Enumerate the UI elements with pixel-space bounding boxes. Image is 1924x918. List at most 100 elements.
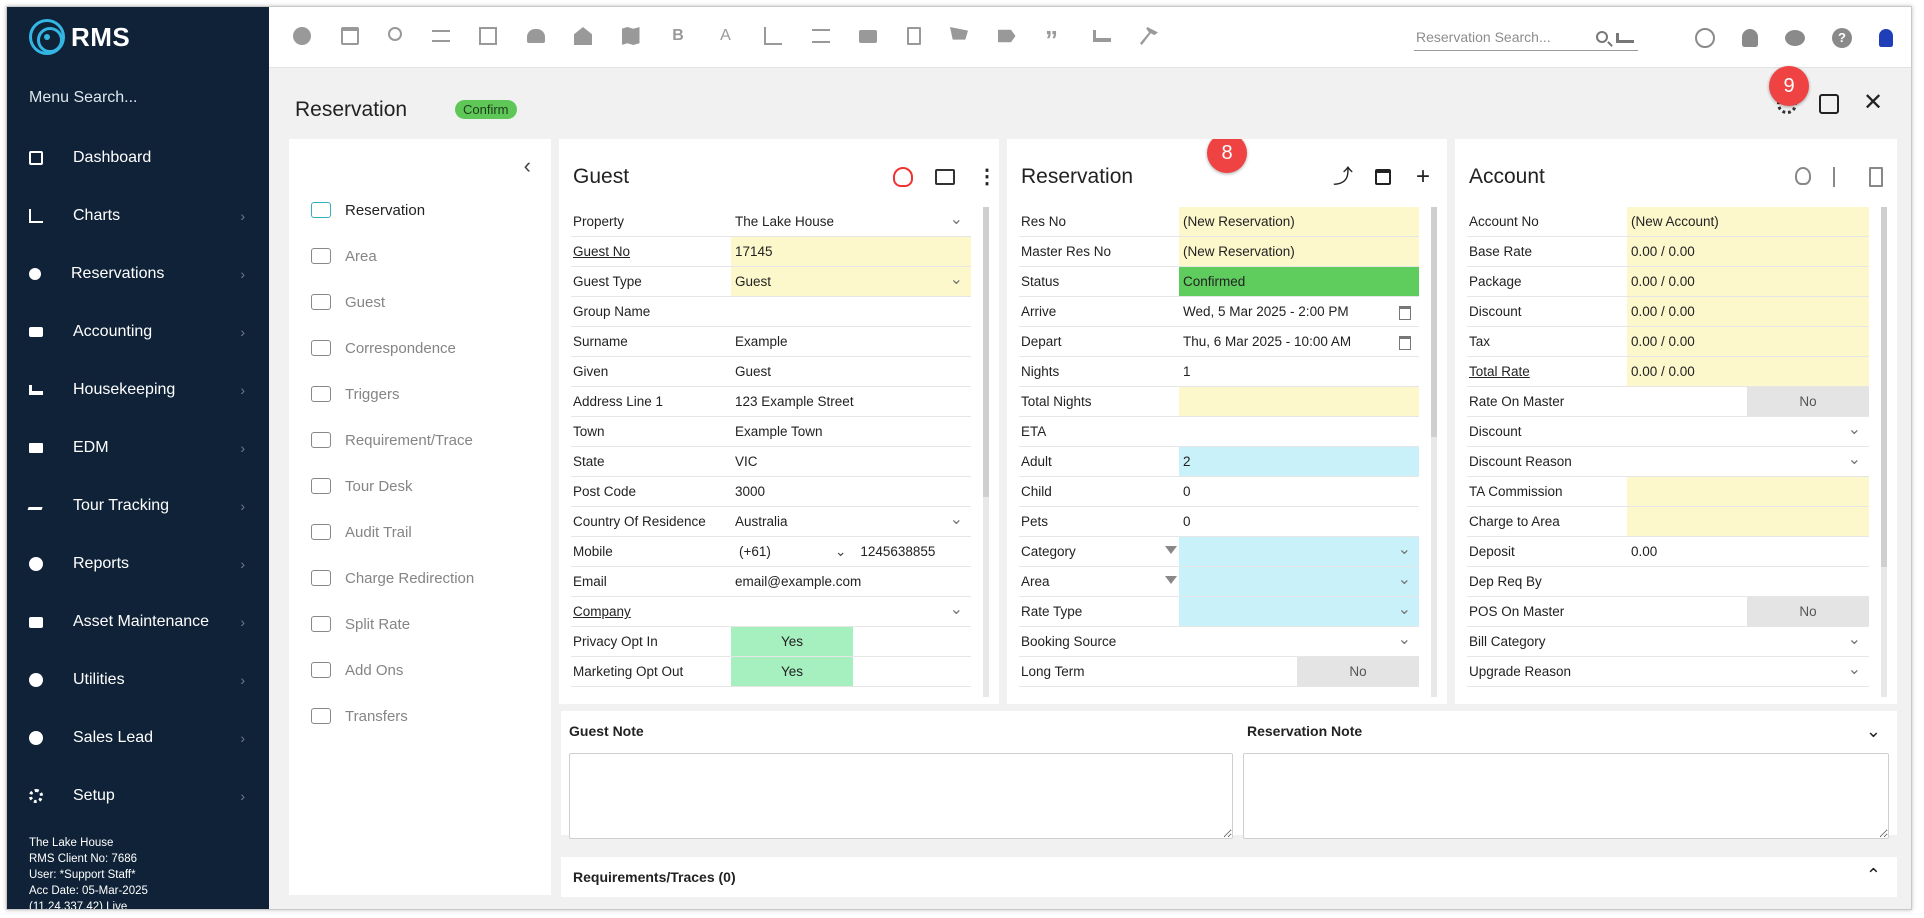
status-select[interactable]: Confirmed [1179, 267, 1419, 296]
sidebar-item-sales-lead[interactable]: Sales Lead › [7, 709, 269, 767]
sidebar-item-utilities[interactable]: Utilities › [7, 651, 269, 709]
bill-category-select[interactable] [1627, 627, 1869, 656]
sidebar-item-housekeeping[interactable]: Housekeeping › [7, 361, 269, 419]
map-icon[interactable] [621, 27, 640, 45]
sliders-icon[interactable] [431, 30, 450, 42]
sidebar-item-reports[interactable]: Reports › [7, 535, 269, 593]
filter-icon[interactable] [1165, 546, 1177, 554]
state-input[interactable]: VIC [731, 447, 971, 476]
mobile-input[interactable]: 1245638855 [860, 544, 935, 559]
res-no-input[interactable]: (New Reservation) [1179, 207, 1419, 236]
nav-item-correspondence[interactable]: Correspondence [311, 325, 474, 371]
chart-line-icon[interactable] [764, 27, 782, 45]
chat-icon[interactable] [1785, 30, 1805, 46]
base-rate-input[interactable]: 0.00 / 0.00 [1627, 237, 1869, 266]
depart-datetime-input[interactable]: Thu, 6 Mar 2025 - 10:00 AM [1179, 327, 1419, 356]
total-rate-input[interactable]: 0.00 / 0.00 [1627, 357, 1869, 386]
quote-icon[interactable]: ” [1045, 27, 1063, 53]
rms-logo[interactable]: RMS [29, 17, 130, 57]
id-card-icon[interactable] [859, 30, 877, 43]
account-no-input[interactable]: (New Account) [1627, 207, 1869, 236]
country-code-select[interactable]: (+61) [735, 544, 835, 559]
category-select[interactable] [1165, 537, 1419, 566]
discount-select[interactable] [1627, 417, 1869, 446]
sidebar-item-asset-maintenance[interactable]: Asset Maintenance › [7, 593, 269, 651]
upgrade-reason-select[interactable] [1627, 657, 1869, 686]
surname-input[interactable]: Example [731, 327, 971, 356]
tax-input[interactable]: 0.00 / 0.00 [1627, 327, 1869, 356]
cards-icon[interactable] [935, 169, 955, 185]
add-icon[interactable]: + [1413, 165, 1433, 189]
sidebar-item-reservations[interactable]: Reservations › [7, 245, 269, 303]
total-nights-input[interactable] [1179, 387, 1419, 416]
scrollbar-thumb[interactable] [1431, 207, 1437, 437]
company-link[interactable]: Company [571, 597, 731, 626]
nav-item-add-ons[interactable]: Add Ons [311, 647, 474, 693]
nav-item-split-rate[interactable]: Split Rate [311, 601, 474, 647]
add-icon[interactable] [293, 27, 311, 45]
guest-no-input[interactable]: 17145 [731, 237, 971, 266]
account-scrollbar[interactable] [1881, 207, 1887, 697]
letter-a-icon[interactable]: A [717, 27, 735, 45]
grid-icon[interactable] [479, 27, 497, 45]
nav-item-guest[interactable]: Guest [311, 279, 474, 325]
bed-icon[interactable] [1616, 33, 1634, 43]
arrow-up-icon[interactable]: ⤴ [1333, 167, 1353, 187]
privacy-opt-in-toggle[interactable]: Yes [731, 627, 853, 656]
filter-icon[interactable] [1165, 576, 1177, 584]
nav-item-audit-trail[interactable]: Audit Trail [311, 509, 474, 555]
arrive-datetime-input[interactable]: Wed, 5 Mar 2025 - 2:00 PM [1179, 297, 1419, 326]
eta-input[interactable] [1179, 417, 1419, 446]
discount-amount-input[interactable]: 0.00 / 0.00 [1627, 297, 1869, 326]
guest-scrollbar[interactable] [983, 207, 989, 697]
group-name-input[interactable] [731, 297, 971, 326]
company-select[interactable] [731, 597, 971, 626]
master-res-no-input[interactable]: (New Reservation) [1179, 237, 1419, 266]
sidebar-item-charts[interactable]: Charts › [7, 187, 269, 245]
chevron-down-icon[interactable]: ⌄ [835, 544, 846, 560]
guest-type-select[interactable]: Guest [731, 267, 971, 296]
help-icon[interactable]: ? [1832, 28, 1852, 48]
scrollbar-thumb[interactable] [983, 207, 989, 497]
money-bag-icon[interactable] [893, 167, 913, 187]
scrollbar-thumb[interactable] [1881, 207, 1887, 567]
nav-item-charge-redirection[interactable]: Charge Redirection [311, 555, 474, 601]
post-code-input[interactable]: 3000 [731, 477, 971, 506]
reservation-note-textarea[interactable] [1243, 753, 1889, 839]
chevron-down-icon[interactable]: ⌄ [1866, 721, 1881, 742]
pets-input[interactable]: 0 [1179, 507, 1419, 536]
rate-on-master-toggle[interactable]: No [1747, 387, 1869, 416]
nights-input[interactable]: 1 [1179, 357, 1419, 386]
person-flag-icon[interactable] [1833, 167, 1847, 187]
checklist-icon[interactable] [811, 29, 830, 43]
total-rate-link[interactable]: Total Rate [1467, 357, 1627, 386]
bold-b-icon[interactable]: B [669, 27, 687, 45]
charge-to-area-input[interactable] [1627, 507, 1869, 536]
bed-icon[interactable] [1092, 30, 1111, 42]
search-icon[interactable] [1596, 31, 1608, 43]
sidebar-item-tour-tracking[interactable]: Tour Tracking › [7, 477, 269, 535]
cart-icon[interactable] [950, 27, 968, 40]
given-input[interactable]: Guest [731, 357, 971, 386]
child-input[interactable]: 0 [1179, 477, 1419, 506]
calendar-icon[interactable] [340, 27, 359, 45]
sidebar-item-setup[interactable]: Setup › [7, 767, 269, 825]
area-select[interactable] [1165, 567, 1419, 596]
sidebar-item-dashboard[interactable]: Dashboard [7, 129, 269, 187]
requirements-section[interactable]: Requirements/Traces (0) ⌃ [561, 857, 1897, 897]
hammer-icon[interactable] [1140, 27, 1158, 45]
guest-note-textarea[interactable] [569, 753, 1233, 839]
rate-type-select[interactable] [1179, 597, 1419, 626]
pos-on-master-toggle[interactable]: No [1747, 597, 1869, 626]
nav-item-requirement-trace[interactable]: Requirement/Trace [311, 417, 474, 463]
save-icon[interactable] [1819, 94, 1839, 114]
reservation-search-input[interactable]: Reservation Search... [1414, 25, 1638, 51]
address-input[interactable]: 123 Example Street [731, 387, 971, 416]
email-input[interactable]: email@example.com [731, 567, 971, 596]
calendar-icon[interactable] [1375, 169, 1391, 185]
tag-icon[interactable] [997, 29, 1016, 43]
collapse-panel-icon[interactable]: ‹ [524, 153, 531, 179]
receipt-icon[interactable] [1869, 167, 1883, 187]
dep-req-by-input[interactable] [1627, 567, 1869, 596]
deposit-input[interactable]: 0.00 [1627, 537, 1869, 566]
